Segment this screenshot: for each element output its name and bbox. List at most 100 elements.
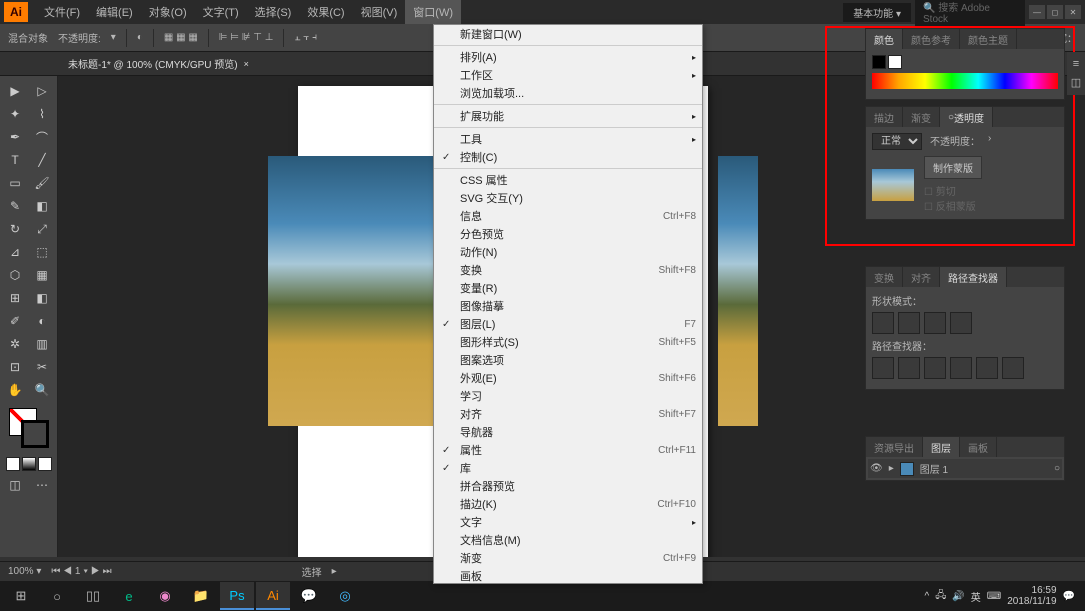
lasso-tool[interactable]: ⌇ (29, 103, 55, 125)
curvature-tool[interactable]: ⌒ (29, 126, 55, 148)
symbol-sprayer-tool[interactable]: ✲ (2, 333, 28, 355)
unite-button[interactable] (872, 312, 894, 334)
tray-ime-icon[interactable]: ⌨ (987, 591, 1001, 602)
eyedropper-tool[interactable]: ✐ (2, 310, 28, 332)
selection-tool[interactable]: ▶ (2, 80, 28, 102)
color-themes-tab[interactable]: 颜色主题 (960, 29, 1017, 49)
mesh-tool[interactable]: ⊞ (2, 287, 28, 309)
cortana-icon[interactable]: ○ (40, 582, 74, 610)
scale-tool[interactable]: ⤢ (29, 218, 55, 240)
stroke-tab[interactable]: 描边 (866, 107, 903, 127)
type-tool[interactable]: T (2, 149, 28, 171)
shaper-tool[interactable]: ✎ (2, 195, 28, 217)
free-transform-tool[interactable]: ⬚ (29, 241, 55, 263)
zoom-tool[interactable]: 🔍 (29, 379, 55, 401)
menu-item-[interactable]: 拼合器预览 (434, 477, 702, 495)
menu-item-C[interactable]: 控制(C) (434, 148, 702, 166)
menu-item-A[interactable]: 排列(A)▸ (434, 48, 702, 66)
menu-edit[interactable]: 编辑(E) (88, 0, 141, 24)
menu-item-[interactable]: 图像描摹 (434, 297, 702, 315)
crop-button[interactable] (950, 357, 972, 379)
tray-lang[interactable]: 英 (971, 589, 981, 604)
app-icon-2[interactable]: ◎ (328, 582, 362, 610)
menu-item-[interactable]: 变换Shift+F8 (434, 261, 702, 279)
menu-item-CSS[interactable]: CSS 属性 (434, 171, 702, 189)
menu-item-M[interactable]: 文档信息(M) (434, 531, 702, 549)
menu-item-[interactable]: 文字▸ (434, 513, 702, 531)
rectangle-tool[interactable]: ▭ (2, 172, 28, 194)
minimize-button[interactable]: — (1029, 5, 1045, 19)
intersect-button[interactable] (924, 312, 946, 334)
maximize-button[interactable]: ◻ (1047, 5, 1063, 19)
minus-front-button[interactable] (898, 312, 920, 334)
pathfinder-tab[interactable]: 路径查找器 (940, 267, 1007, 287)
hand-tool[interactable]: ✋ (2, 379, 28, 401)
photoshop-icon[interactable]: Ps (220, 582, 254, 610)
workspace-switcher[interactable]: 基本功能 ▾ (843, 3, 911, 22)
edit-toolbar[interactable]: ⋯ (29, 474, 55, 496)
start-button[interactable]: ⊞ (4, 582, 38, 610)
style-icon[interactable]: ◐ (137, 32, 143, 43)
align-tab[interactable]: 对齐 (903, 267, 940, 287)
exclude-button[interactable] (950, 312, 972, 334)
layer-name[interactable]: 图层 1 (920, 461, 948, 476)
menu-select[interactable]: 选择(S) (247, 0, 300, 24)
menu-item-[interactable]: 分色预览 (434, 225, 702, 243)
screen-mode[interactable]: ◫ (2, 474, 28, 496)
color-spectrum[interactable] (872, 73, 1058, 89)
menu-item-[interactable]: 导航器 (434, 423, 702, 441)
expand-icon[interactable]: ▸ (889, 463, 894, 474)
tray-clock[interactable]: 16:59 2018/11/19 (1007, 585, 1056, 607)
menu-file[interactable]: 文件(F) (36, 0, 88, 24)
outline-button[interactable] (976, 357, 998, 379)
opacity-value-dropdown[interactable]: › (988, 133, 991, 150)
asset-export-tab[interactable]: 资源导出 (866, 437, 923, 457)
wechat-icon[interactable]: 💬 (292, 582, 326, 610)
menu-item-L[interactable]: 图层(L)F7 (434, 315, 702, 333)
transform-tab[interactable]: 变换 (866, 267, 903, 287)
line-tool[interactable]: ╱ (29, 149, 55, 171)
transparency-tab[interactable]: ○ 透明度 (940, 107, 993, 127)
menu-item-[interactable]: 信息Ctrl+F8 (434, 207, 702, 225)
menu-item-R[interactable]: 变量(R) (434, 279, 702, 297)
menu-object[interactable]: 对象(O) (141, 0, 195, 24)
visibility-icon[interactable]: 👁 (870, 463, 883, 474)
swatch-black[interactable] (872, 55, 886, 69)
menu-item-SVGY[interactable]: SVG 交互(Y) (434, 189, 702, 207)
slice-tool[interactable]: ✂ (29, 356, 55, 378)
menu-type[interactable]: 文字(T) (195, 0, 247, 24)
magic-wand-tool[interactable]: ✦ (2, 103, 28, 125)
clip-checkbox-label[interactable]: 剪切 (936, 187, 956, 198)
direct-selection-tool[interactable]: ▷ (29, 80, 55, 102)
align-group-icons[interactable]: ⊫ ⊨ ⊯ ⊤ ⊥ (219, 32, 274, 43)
tray-volume-icon[interactable]: 🔊 (952, 591, 964, 602)
menu-item-[interactable]: 属性Ctrl+F11 (434, 441, 702, 459)
minus-back-button[interactable] (1002, 357, 1024, 379)
layers-tab[interactable]: 图层 (923, 437, 960, 457)
app-icon-1[interactable]: ◉ (148, 582, 182, 610)
tray-up-icon[interactable]: ^ (924, 591, 929, 602)
zoom-select[interactable]: 100% ▾ (8, 566, 41, 577)
menu-item-[interactable]: 扩展功能▸ (434, 107, 702, 125)
opacity-dropdown[interactable]: ▾ (111, 32, 116, 43)
rotate-tool[interactable]: ↻ (2, 218, 28, 240)
menu-item-K[interactable]: 描边(K)Ctrl+F10 (434, 495, 702, 513)
menu-item-[interactable]: 渐变Ctrl+F9 (434, 549, 702, 567)
menu-item-N[interactable]: 动作(N) (434, 243, 702, 261)
fill-stroke-swatch[interactable] (9, 408, 49, 448)
distribute-icons[interactable]: ⫠ ⫟ ⫞ (294, 32, 317, 43)
trim-button[interactable] (898, 357, 920, 379)
menu-item-[interactable]: 工具▸ (434, 130, 702, 148)
align-icons[interactable]: ▦ ▦ ▦ (164, 32, 198, 43)
dock-icon-2[interactable]: ◫ (1071, 76, 1081, 89)
menu-item-W[interactable]: 新建窗口(W) (434, 25, 702, 43)
width-tool[interactable]: ⊿ (2, 241, 28, 263)
close-button[interactable]: ✕ (1065, 5, 1081, 19)
color-tab[interactable]: 颜色 (866, 29, 903, 49)
dock-icon-1[interactable]: ≡ (1073, 58, 1079, 70)
task-view-icon[interactable]: ▯▯ (76, 582, 110, 610)
menu-item-[interactable]: 图案选项 (434, 351, 702, 369)
mode-gradient[interactable] (22, 457, 36, 471)
menu-window[interactable]: 窗口(W) (405, 0, 461, 24)
document-tab[interactable]: 未标题-1* @ 100% (CMYK/GPU 预览) × (60, 52, 257, 76)
